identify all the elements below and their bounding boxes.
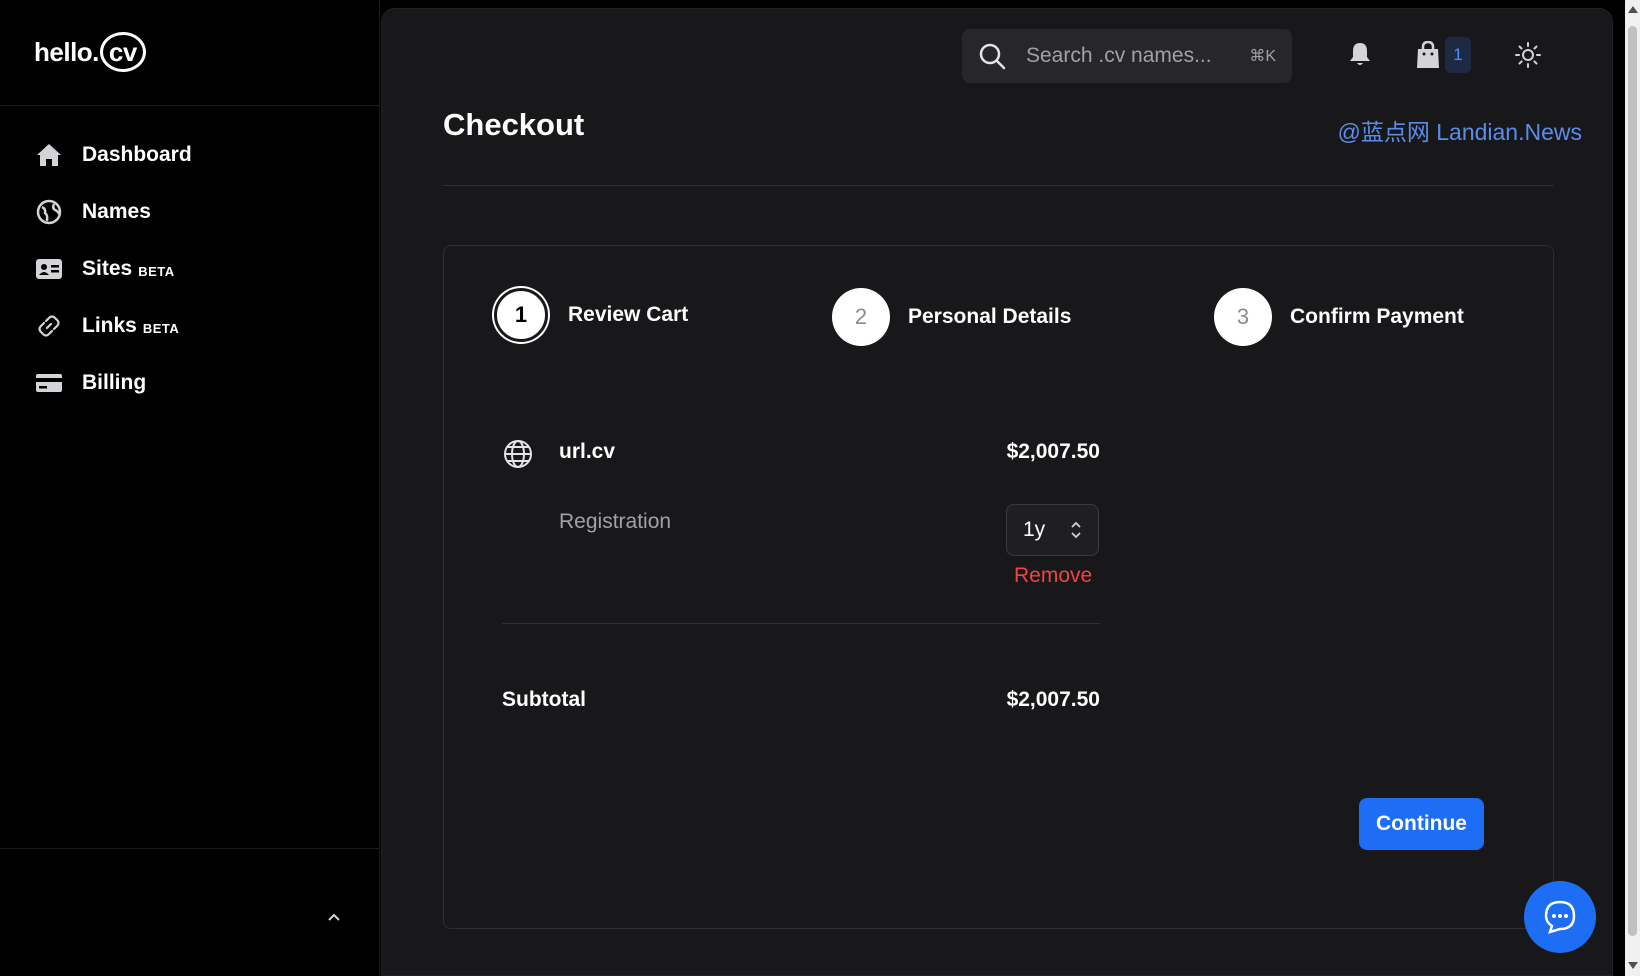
watermark: @蓝点网 Landian.News (1337, 119, 1583, 145)
checkout-card: 1 Review Cart 2 Personal Details 3 Confi… (443, 245, 1554, 929)
sidebar: hello. cv Dashboard Names Sites BETA Lin… (0, 0, 380, 976)
search-input[interactable]: Search .cv names... ⌘K (962, 29, 1292, 83)
page-title: Checkout (443, 107, 585, 142)
step-number: 3 (1214, 288, 1272, 346)
id-card-icon (34, 254, 64, 284)
scroll-thumb[interactable] (1628, 26, 1637, 936)
beta-badge: BETA (138, 263, 175, 279)
sidebar-item-sites[interactable]: Sites BETA (34, 249, 192, 289)
shopping-bag-icon (1417, 41, 1439, 68)
chat-button[interactable] (1524, 881, 1596, 953)
search-placeholder: Search .cv names... (1026, 44, 1212, 67)
search-shortcut: ⌘K (1249, 48, 1276, 65)
cart-item-name: url.cv (559, 440, 616, 463)
sidebar-bottom-divider (0, 848, 380, 849)
registration-label: Registration (559, 510, 672, 533)
link-icon (34, 311, 64, 341)
sidebar-item-label: Links (82, 314, 137, 337)
step-confirm-payment[interactable]: 3 Confirm Payment (1214, 288, 1464, 346)
registration-period-value: 1y (1023, 518, 1046, 541)
step-label: Personal Details (908, 305, 1072, 328)
logo-text: hello. (34, 36, 99, 67)
sun-icon (1515, 42, 1541, 68)
sidebar-item-label: Names (82, 200, 151, 223)
title-divider (443, 185, 1554, 186)
scroll-up-icon[interactable] (1628, 6, 1638, 13)
step-number: 1 (494, 288, 548, 342)
home-icon (34, 140, 64, 170)
chevron-up-down-icon (1071, 521, 1081, 539)
credit-card-icon (34, 368, 64, 398)
cart-divider (502, 623, 1100, 624)
subtotal-value: $2,007.50 (1006, 688, 1100, 711)
step-review-cart[interactable]: 1 Review Cart (492, 288, 688, 342)
sidebar-item-label: Dashboard (82, 143, 192, 166)
notifications-button[interactable] (1344, 39, 1376, 71)
cart-count-badge: 1 (1445, 37, 1471, 73)
sidebar-divider (0, 105, 380, 106)
remove-item-link[interactable]: Remove (1014, 564, 1092, 588)
cart-button[interactable] (1412, 39, 1444, 71)
logo[interactable]: hello. cv (34, 28, 146, 76)
scroll-down-icon[interactable] (1628, 962, 1638, 969)
sidebar-expand-button[interactable] (322, 905, 346, 929)
sidebar-item-label: Sites (82, 257, 133, 280)
cart-item-price: $2,007.50 (1006, 440, 1100, 463)
continue-button[interactable]: Continue (1359, 798, 1484, 850)
step-label: Review Cart (568, 303, 689, 326)
theme-toggle-button[interactable] (1512, 39, 1544, 71)
sidebar-item-dashboard[interactable]: Dashboard (34, 135, 192, 175)
beta-badge: BETA (142, 320, 180, 336)
step-label: Confirm Payment (1290, 305, 1464, 328)
chevron-up-icon (328, 913, 340, 921)
registration-period-select[interactable]: 1y (1006, 504, 1099, 556)
sidebar-item-billing[interactable]: Billing (34, 363, 192, 403)
globe-icon (504, 440, 532, 468)
cart-item-row: url.cv $2,007.50 (502, 438, 1100, 468)
sidebar-item-label: Billing (82, 371, 147, 394)
logo-ring-text: cv (99, 32, 146, 72)
step-personal-details[interactable]: 2 Personal Details (832, 288, 1071, 346)
sidebar-item-names[interactable]: Names (34, 192, 192, 232)
page-scrollbar[interactable] (1625, 0, 1640, 976)
globe-icon (34, 197, 64, 227)
step-number: 2 (832, 288, 890, 346)
sidebar-nav: Dashboard Names Sites BETA Links BETA Bi… (34, 135, 192, 420)
sidebar-item-links[interactable]: Links BETA (34, 306, 192, 346)
search-icon (979, 43, 1006, 70)
chat-bubble-icon (1544, 900, 1576, 934)
bell-icon (1350, 43, 1370, 65)
main-panel: Search .cv names... ⌘K 1 Checkout @蓝点网 L… (381, 8, 1613, 976)
